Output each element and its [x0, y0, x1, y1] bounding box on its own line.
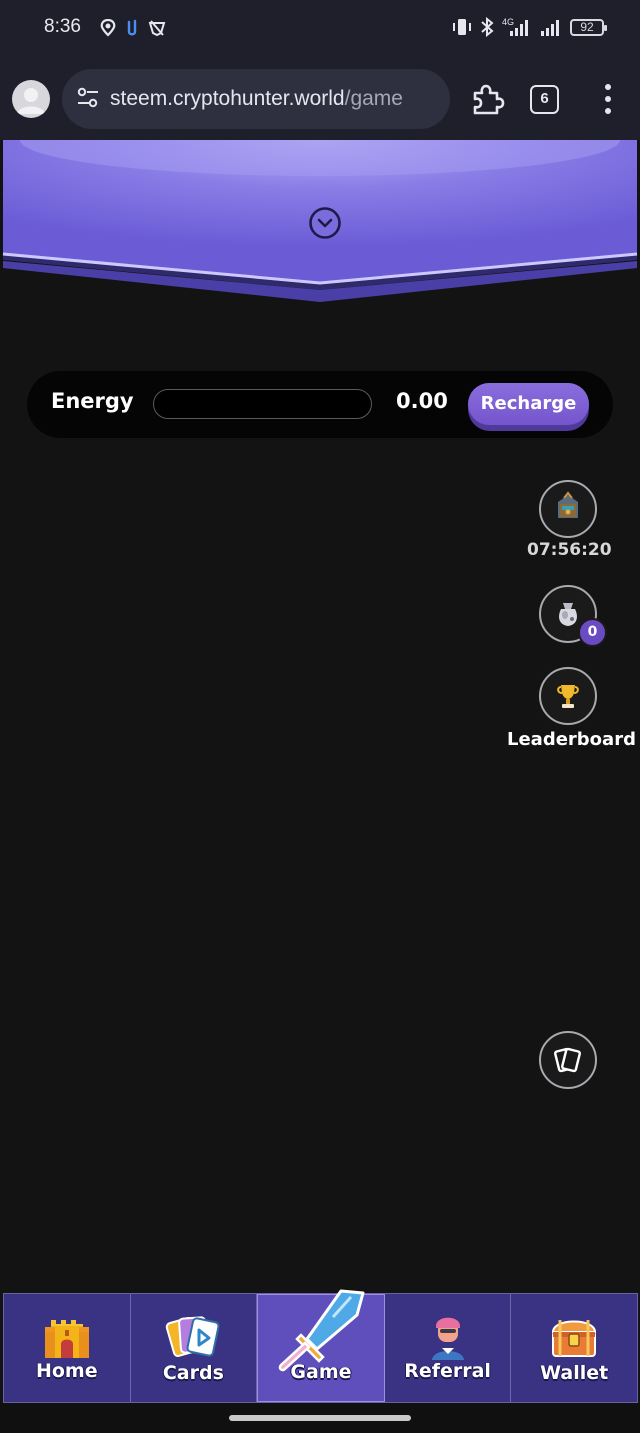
- nav-label-cards: Cards: [162, 1362, 224, 1384]
- nav-label-wallet: Wallet: [540, 1362, 609, 1384]
- recharge-label: Recharge: [468, 383, 589, 425]
- chest-button[interactable]: [539, 480, 597, 538]
- url-host: steem.cryptohunter.world: [110, 87, 345, 110]
- nav-item-wallet[interactable]: Wallet: [511, 1294, 637, 1402]
- paperclip-icon: [127, 19, 137, 36]
- status-time: 8:36: [44, 16, 81, 37]
- person-icon: [431, 1317, 464, 1360]
- castle-icon: [44, 1320, 89, 1358]
- potion-count-badge: 0: [578, 618, 607, 647]
- url-path: /game: [344, 87, 403, 110]
- shield-off-icon: [148, 20, 166, 37]
- nav-label-referral: Referral: [404, 1360, 491, 1382]
- signal-4g-icon: 4G: [502, 17, 528, 36]
- bluetooth-icon: [481, 17, 494, 37]
- treasure-chest-icon: [552, 1320, 597, 1357]
- more-vert-icon[interactable]: [598, 84, 618, 114]
- cards-quick-button[interactable]: [539, 1031, 597, 1089]
- nav-item-game[interactable]: Game: [257, 1289, 385, 1402]
- site-settings-icon[interactable]: [76, 87, 100, 109]
- chest-timer: 07:56:20: [527, 540, 612, 560]
- account-avatar-icon[interactable]: [12, 80, 50, 118]
- extensions-puzzle-icon[interactable]: [470, 82, 506, 116]
- nav-item-home[interactable]: Home: [4, 1294, 131, 1402]
- recharge-button[interactable]: Recharge: [468, 383, 589, 431]
- leaderboard-label: Leaderboard: [507, 729, 636, 750]
- home-gesture-handle[interactable]: [229, 1415, 411, 1421]
- trophy-icon: [557, 685, 579, 708]
- vibrate-icon: [453, 19, 471, 35]
- location-pin-icon: [100, 19, 116, 37]
- status-bar: 8:36 4G 92: [0, 0, 640, 58]
- battery-icon: 92: [570, 18, 607, 36]
- browser-toolbar: steem.cryptohunter.world/game 6: [0, 58, 640, 140]
- bottom-navigation: Home Cards Game Referral Wallet: [3, 1289, 638, 1403]
- chevron-down-circle-icon[interactable]: [308, 206, 342, 240]
- leaderboard-button[interactable]: [539, 667, 597, 725]
- nav-label-game: Game: [290, 1361, 352, 1383]
- status-right-icons: 4G 92: [452, 17, 607, 37]
- nav-item-referral[interactable]: Referral: [385, 1294, 512, 1402]
- tabs-icon[interactable]: 6: [530, 85, 559, 114]
- status-left-icons: [100, 18, 166, 38]
- nav-label-home: Home: [35, 1360, 98, 1382]
- energy-value: 0.00: [396, 389, 448, 413]
- signal-icon: [541, 20, 559, 36]
- treasure-chest-icon: [558, 491, 578, 518]
- card-stack-icon: [554, 1047, 581, 1073]
- url-text[interactable]: steem.cryptohunter.world/game: [110, 87, 403, 111]
- network-label: 4G: [502, 17, 514, 27]
- energy-progress-bar: [153, 389, 372, 419]
- nav-item-cards[interactable]: Cards: [131, 1294, 258, 1402]
- energy-label: Energy: [51, 389, 134, 413]
- address-bar[interactable]: steem.cryptohunter.world/game: [62, 69, 450, 129]
- energy-panel: Energy 0.00 Recharge: [27, 371, 613, 438]
- cards-icon: [166, 1316, 220, 1357]
